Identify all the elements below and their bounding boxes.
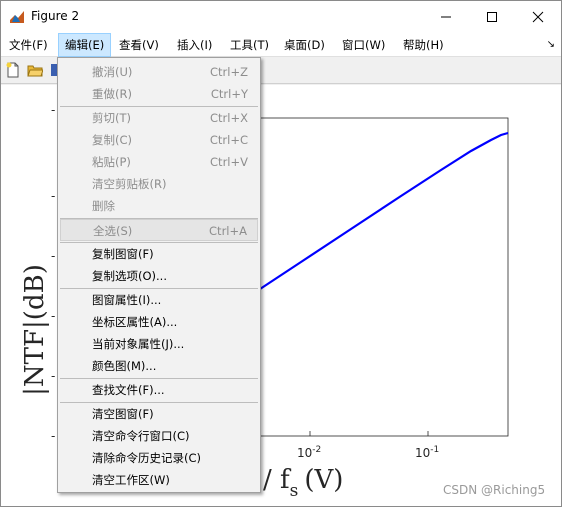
menu-select-all[interactable]: 全选(S) Ctrl+A [60,219,258,241]
ytick-label: - [51,189,55,203]
menu-copy-figure[interactable]: 复制图窗(F) [60,243,258,265]
menu-insert[interactable]: 插入(I) [171,33,218,57]
ytick-label: - [51,103,55,117]
menu-clear-command-history[interactable]: 清除命令历史记录(C) [60,447,258,469]
menu-edit[interactable]: 编辑(E) [58,33,112,57]
menu-help[interactable]: 帮助(H) [397,33,450,57]
menu-colormap[interactable]: 颜色图(M)... [60,355,258,377]
menu-clear-clipboard[interactable]: 清空剪贴板(R) [60,173,258,195]
matlab-icon [9,9,25,25]
new-file-icon[interactable] [5,62,21,78]
menu-undo[interactable]: 撤消(U) Ctrl+Z [60,61,258,83]
ytick-label: - [51,429,55,443]
maximize-icon [487,12,497,22]
menu-redo[interactable]: 重做(R) Ctrl+Y [60,83,258,105]
menu-figure-properties[interactable]: 图窗属性(I)... [60,289,258,311]
menu-clear-command-window[interactable]: 清空命令行窗口(C) [60,425,258,447]
menu-clear-workspace[interactable]: 清空工作区(W) [60,469,258,491]
window-title: Figure 2 [31,9,80,23]
menu-delete[interactable]: 删除 [60,195,258,217]
edit-menu-dropdown: 撤消(U) Ctrl+Z 重做(R) Ctrl+Y 剪切(T) Ctrl+X 复制(C… [57,57,261,493]
title-bar[interactable]: Figure 2 [1,1,561,33]
ytick-label: - [51,249,55,263]
xtick-label-2: 10-1 [415,445,439,460]
menu-cut[interactable]: 剪切(T) Ctrl+X [60,107,258,129]
menu-window[interactable]: 窗口(W) [336,33,391,57]
open-folder-icon[interactable] [27,62,43,78]
ytick-label: - [51,369,55,383]
dock-arrow-icon[interactable]: ↘ [547,39,555,50]
menu-copy[interactable]: 复制(C) Ctrl+C [60,129,258,151]
figure-window: Figure 2 文件(F) 编辑(E) 查看(V) 插入(I) 工具(T) 桌… [0,0,562,507]
minimize-button[interactable] [423,1,469,33]
ytick-label: - [51,309,55,323]
maximize-button[interactable] [469,1,515,33]
menu-find-files[interactable]: 查找文件(F)... [60,379,258,401]
menu-view[interactable]: 查看(V) [113,33,165,57]
x-axis-label: / fs (V) [263,465,343,501]
menu-current-object-properties[interactable]: 当前对象属性(J)... [60,333,258,355]
close-icon [532,11,544,23]
menu-axes-properties[interactable]: 坐标区属性(A)... [60,311,258,333]
menu-desktop[interactable]: 桌面(D) [278,33,331,57]
y-axis-label: |NTF|(dB) [20,264,50,396]
menu-paste[interactable]: 粘贴(P) Ctrl+V [60,151,258,173]
menu-tools[interactable]: 工具(T) [224,33,275,57]
watermark: CSDN @Riching5 [443,483,546,497]
menu-bar: 文件(F) 编辑(E) 查看(V) 插入(I) 工具(T) 桌面(D) 窗口(W… [1,33,561,57]
menu-copy-options[interactable]: 复制选项(O)... [60,265,258,287]
close-button[interactable] [515,1,561,33]
xtick-label-1: 10-2 [297,445,321,460]
minimize-icon [441,16,451,18]
menu-file[interactable]: 文件(F) [3,33,54,57]
menu-clear-figure[interactable]: 清空图窗(F) [60,403,258,425]
